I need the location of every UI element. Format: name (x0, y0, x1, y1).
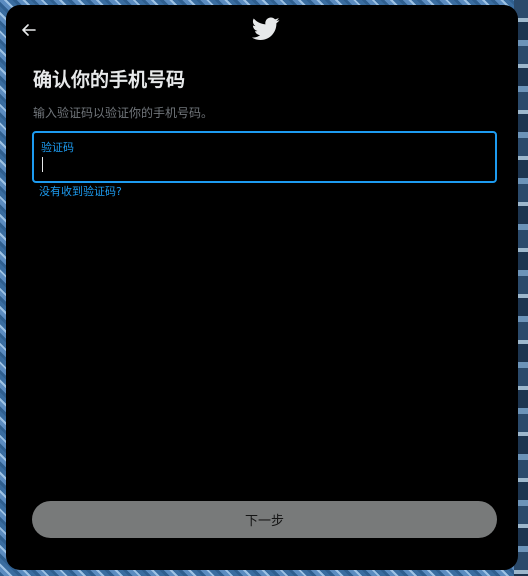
verification-code-label: 验证码 (41, 141, 74, 154)
back-button[interactable] (16, 17, 42, 43)
verify-phone-dialog: 确认你的手机号码 输入验证码以验证你的手机号码。 验证码 没有收到验证码? 下一… (6, 5, 518, 570)
resend-code-link[interactable]: 没有收到验证码? (39, 183, 122, 199)
page-title: 确认你的手机号码 (33, 69, 186, 91)
text-caret (42, 157, 43, 172)
page-subtitle: 输入验证码以验证你的手机号码。 (33, 106, 214, 120)
twitter-bird-icon (252, 17, 280, 40)
verification-code-input[interactable]: 验证码 (32, 131, 497, 183)
next-button[interactable]: 下一步 (32, 501, 497, 538)
arrow-left-icon (22, 24, 36, 36)
